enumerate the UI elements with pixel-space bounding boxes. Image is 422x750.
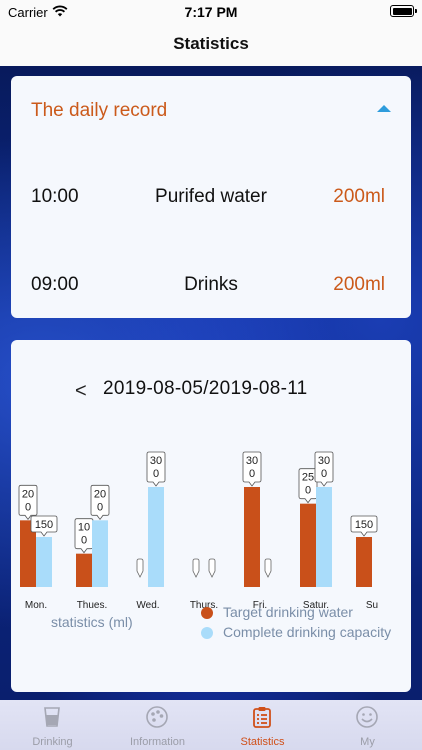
empty-value-marker	[208, 558, 216, 578]
tab-bar: Drinking Information Statistics My	[0, 700, 422, 750]
tab-label: Drinking	[32, 736, 73, 748]
smiley-icon	[356, 706, 378, 728]
svg-text:0: 0	[321, 468, 327, 480]
navigation-bar: Statistics	[0, 24, 422, 66]
value-label: 300	[314, 451, 334, 487]
target-bar	[76, 553, 92, 587]
x-tick-label: Su	[366, 600, 378, 611]
palette-icon	[146, 706, 168, 728]
page-title: Statistics	[173, 34, 249, 53]
x-tick-label: Wed.	[136, 600, 159, 611]
clipboard-icon	[253, 707, 271, 728]
legend-complete-label: Complete drinking capacity	[223, 624, 392, 640]
svg-text:30: 30	[150, 455, 162, 467]
svg-text:0: 0	[305, 485, 311, 497]
tab-information[interactable]: Information	[105, 700, 210, 750]
statistics-card: 20 0 150 Mon. 10 0 20 0 Thues. 30 0 Wed. Thurs. 30 0 Fr…	[11, 340, 411, 692]
status-bar: Carrier 7:17 PM	[0, 0, 422, 24]
tab-my[interactable]: My	[315, 700, 420, 750]
svg-text:0: 0	[25, 501, 31, 513]
record-amount: 200ml	[333, 186, 385, 207]
svg-text:150: 150	[35, 519, 53, 531]
svg-text:30: 30	[318, 455, 330, 467]
value-label: 150	[350, 515, 378, 537]
target-bar	[300, 503, 316, 587]
clock: 7:17 PM	[184, 4, 238, 20]
value-label: 250	[298, 468, 318, 504]
complete-bar	[36, 537, 52, 587]
svg-text:20: 20	[94, 488, 106, 500]
svg-text:0: 0	[81, 535, 87, 547]
svg-text:0: 0	[97, 501, 103, 513]
battery-icon	[390, 5, 417, 17]
daily-record-card: The daily record 10:00 Purifed water 200…	[11, 76, 411, 318]
legend-complete-dot	[201, 627, 213, 639]
daily-record-title: The daily record	[31, 100, 168, 121]
x-tick-label: Thues.	[77, 600, 108, 611]
svg-text:0: 0	[153, 468, 159, 480]
target-bar	[244, 487, 260, 587]
tab-label: My	[360, 736, 375, 748]
svg-text:30: 30	[246, 455, 258, 467]
value-label: 200	[90, 484, 110, 520]
tab-drinking[interactable]: Drinking	[0, 700, 105, 750]
value-label: 300	[242, 451, 262, 487]
empty-value-marker	[192, 558, 200, 578]
value-label: 300	[146, 451, 166, 487]
value-label: 100	[74, 518, 94, 554]
legend-target-label: Target drinking water	[223, 604, 353, 620]
svg-text:25: 25	[302, 472, 314, 484]
svg-text:20: 20	[22, 488, 34, 500]
value-label: 200	[18, 484, 38, 520]
empty-value-marker	[264, 558, 272, 578]
tab-label: Statistics	[240, 736, 285, 748]
collapse-triangle-icon[interactable]	[377, 105, 391, 112]
legend-target-dot	[201, 607, 213, 619]
x-tick-label: Mon.	[25, 600, 47, 611]
empty-value-marker	[136, 558, 144, 578]
svg-text:0: 0	[249, 468, 255, 480]
complete-bar	[316, 487, 332, 587]
record-row: 09:00 Drinks 200ml	[11, 274, 411, 304]
complete-bar	[92, 520, 108, 587]
svg-text:150: 150	[355, 519, 373, 531]
tab-label: Information	[129, 736, 186, 748]
svg-text:10: 10	[78, 522, 90, 534]
record-row: 10:00 Purifed water 200ml	[11, 186, 411, 216]
tab-statistics[interactable]: Statistics	[210, 700, 315, 750]
cup-icon	[44, 707, 60, 727]
date-range: 2019-08-05/2019-08-11	[103, 378, 308, 399]
previous-week-button[interactable]: <	[75, 380, 87, 403]
y-axis-label: statistics (ml)	[51, 614, 133, 630]
complete-bar	[148, 487, 164, 587]
record-amount: 200ml	[333, 274, 385, 295]
target-bar	[356, 537, 372, 587]
